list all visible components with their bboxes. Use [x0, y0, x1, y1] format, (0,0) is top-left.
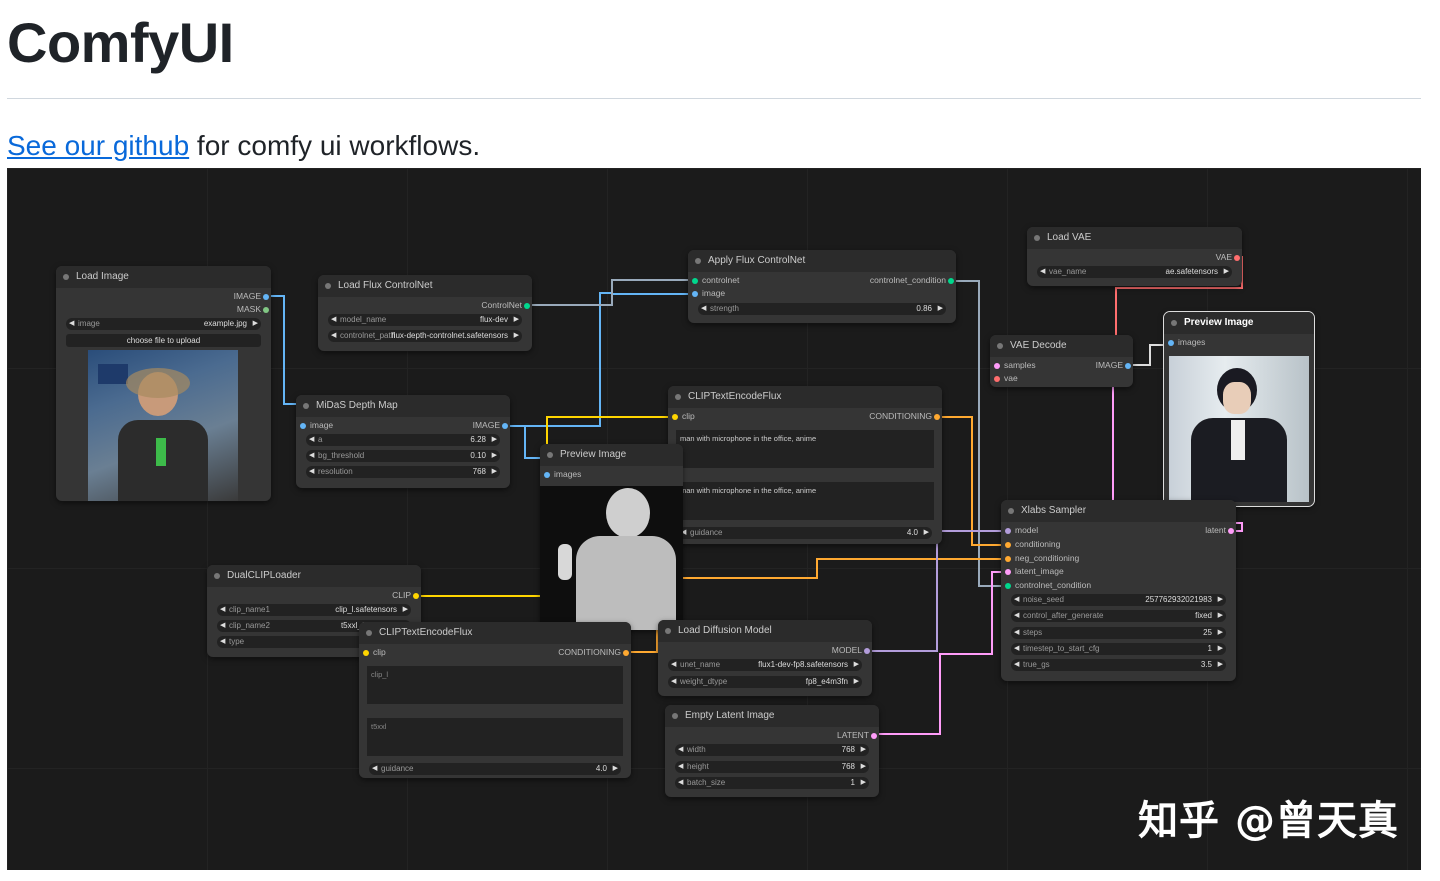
input-photo [88, 350, 238, 501]
input-model[interactable]: model [1005, 524, 1038, 537]
node-load-vae[interactable]: Load VAE VAE vae_nameae.safetensors [1027, 227, 1242, 286]
resolution-widget[interactable]: resolution768 [306, 466, 500, 478]
node-graph-canvas[interactable]: Load Image IMAGE MASK imageexample.jpg c… [7, 168, 1421, 870]
intro-text: See our github for comfy ui workflows. [7, 130, 480, 162]
input-images[interactable]: images [544, 468, 581, 481]
a-widget[interactable]: a6.28 [306, 434, 500, 446]
node-title: Xlabs Sampler [1001, 500, 1236, 522]
control-after-generate-widget[interactable]: control_after_generatefixed [1011, 610, 1226, 622]
guidance-widget[interactable]: guidance4.0 [369, 763, 621, 775]
upload-button[interactable]: choose file to upload [66, 334, 261, 347]
node-preview-image-depth[interactable]: Preview Image images [540, 444, 683, 630]
output-latent[interactable]: LATENT [837, 729, 877, 742]
input-controlnet-condition[interactable]: controlnet_condition [1005, 579, 1091, 592]
node-vae-decode[interactable]: VAE Decode samples vae IMAGE [990, 335, 1133, 387]
output-controlnet[interactable]: ControlNet [481, 299, 530, 312]
output-vae[interactable]: VAE [1216, 251, 1240, 264]
node-title: Load Diffusion Model [658, 620, 872, 642]
controlnet-path-widget[interactable]: controlnet_pathflux-depth-controlnet.saf… [328, 330, 522, 342]
output-model[interactable]: MODEL [832, 644, 870, 657]
output-latent[interactable]: latent [1205, 524, 1234, 537]
node-title: Load VAE [1027, 227, 1242, 249]
node-midas-depth-map[interactable]: MiDaS Depth Map image IMAGE a6.28 bg_thr… [296, 395, 510, 488]
result-anime-image [1169, 356, 1309, 502]
output-controlnet-condition[interactable]: controlnet_condition [870, 274, 954, 287]
watermark: 知乎 @曾天真 [1138, 798, 1399, 844]
output-conditioning[interactable]: CONDITIONING [558, 646, 629, 659]
heading-divider [7, 98, 1421, 99]
input-latent-image[interactable]: latent_image [1005, 565, 1064, 578]
width-widget[interactable]: width768 [675, 744, 869, 756]
node-title: Apply Flux ControlNet [688, 250, 956, 272]
node-clip-text-encode-flux-positive[interactable]: CLIPTextEncodeFlux clip CONDITIONING man… [668, 386, 942, 544]
output-image[interactable]: IMAGE [473, 419, 508, 432]
input-controlnet[interactable]: controlnet [692, 274, 739, 287]
node-load-diffusion-model[interactable]: Load Diffusion Model MODEL unet_nameflux… [658, 620, 872, 696]
node-clip-text-encode-flux-negative[interactable]: CLIPTextEncodeFlux clip CONDITIONING cli… [359, 622, 631, 778]
bg-threshold-widget[interactable]: bg_threshold0.10 [306, 450, 500, 462]
node-title: MiDaS Depth Map [296, 395, 510, 417]
node-title: CLIPTextEncodeFlux [359, 622, 631, 644]
node-title: DualCLIPLoader [207, 565, 421, 587]
input-clip[interactable]: clip [363, 646, 386, 659]
output-mask[interactable]: MASK [237, 303, 269, 316]
output-image[interactable]: IMAGE [1096, 359, 1131, 372]
timestep-widget[interactable]: timestep_to_start_cfg1 [1011, 643, 1226, 655]
input-image[interactable]: image [300, 419, 333, 432]
guidance-widget[interactable]: guidance4.0 [678, 527, 932, 539]
batch-size-widget[interactable]: batch_size1 [675, 777, 869, 789]
input-samples[interactable]: samples [994, 359, 1036, 372]
node-title: Load Image [56, 266, 271, 288]
image-widget[interactable]: imageexample.jpg [66, 318, 261, 330]
input-image[interactable]: image [692, 287, 725, 300]
vae-name-widget[interactable]: vae_nameae.safetensors [1037, 266, 1232, 278]
steps-widget[interactable]: steps25 [1011, 627, 1226, 639]
input-clip[interactable]: clip [672, 410, 695, 423]
node-load-flux-controlnet[interactable]: Load Flux ControlNet ControlNet model_na… [318, 275, 532, 351]
strength-widget[interactable]: strength0.86 [698, 303, 946, 315]
page-title: ComfyUI [7, 11, 234, 74]
node-title: Empty Latent Image [665, 705, 879, 727]
depth-map-image [540, 486, 683, 630]
weight-dtype-widget[interactable]: weight_dtypefp8_e4m3fn [668, 676, 862, 688]
height-widget[interactable]: height768 [675, 761, 869, 773]
true-gs-widget[interactable]: true_gs3.5 [1011, 659, 1226, 671]
output-clip[interactable]: CLIP [392, 589, 419, 602]
node-title: Preview Image [1164, 312, 1314, 334]
model-name-widget[interactable]: model_nameflux-dev [328, 314, 522, 326]
node-title: Load Flux ControlNet [318, 275, 532, 297]
node-apply-flux-controlnet[interactable]: Apply Flux ControlNet controlnet image c… [688, 250, 956, 323]
output-image[interactable]: IMAGE [234, 290, 269, 303]
intro-rest: for comfy ui workflows. [189, 130, 481, 161]
t5xxl-textarea[interactable]: man with microphone in the office, anime [676, 482, 934, 520]
node-title: Preview Image [540, 444, 683, 466]
node-title: VAE Decode [990, 335, 1133, 357]
node-xlabs-sampler[interactable]: Xlabs Sampler model conditioning neg_con… [1001, 500, 1236, 681]
clip-l-textarea[interactable]: clip_l [367, 666, 623, 704]
t5xxl-textarea[interactable]: t5xxl [367, 718, 623, 756]
node-empty-latent-image[interactable]: Empty Latent Image LATENT width768 heigh… [665, 705, 879, 797]
unet-name-widget[interactable]: unet_nameflux1-dev-fp8.safetensors [668, 659, 862, 671]
node-load-image[interactable]: Load Image IMAGE MASK imageexample.jpg c… [56, 266, 271, 501]
input-images[interactable]: images [1168, 336, 1205, 349]
node-title: CLIPTextEncodeFlux [668, 386, 942, 408]
clip-l-textarea[interactable]: man with microphone in the office, anime [676, 430, 934, 468]
input-neg-conditioning[interactable]: neg_conditioning [1005, 552, 1079, 565]
clip-name1-widget[interactable]: clip_name1clip_l.safetensors [217, 604, 411, 616]
github-link[interactable]: See our github [7, 130, 189, 161]
input-vae[interactable]: vae [994, 372, 1018, 385]
output-conditioning[interactable]: CONDITIONING [869, 410, 940, 423]
node-preview-image-result[interactable]: Preview Image images [1163, 311, 1315, 507]
noise-seed-widget[interactable]: noise_seed257762932021983 [1011, 594, 1226, 606]
input-conditioning[interactable]: conditioning [1005, 538, 1060, 551]
